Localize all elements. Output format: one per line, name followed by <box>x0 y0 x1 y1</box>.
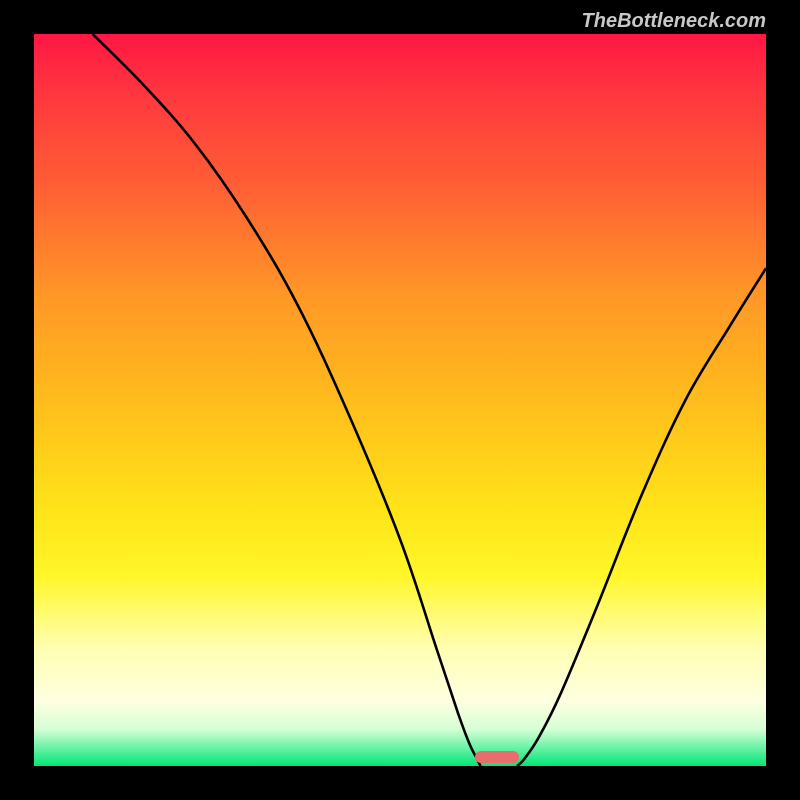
bottleneck-gradient <box>34 34 766 766</box>
watermark-text: TheBottleneck.com <box>582 10 766 33</box>
optimal-marker <box>475 751 519 763</box>
